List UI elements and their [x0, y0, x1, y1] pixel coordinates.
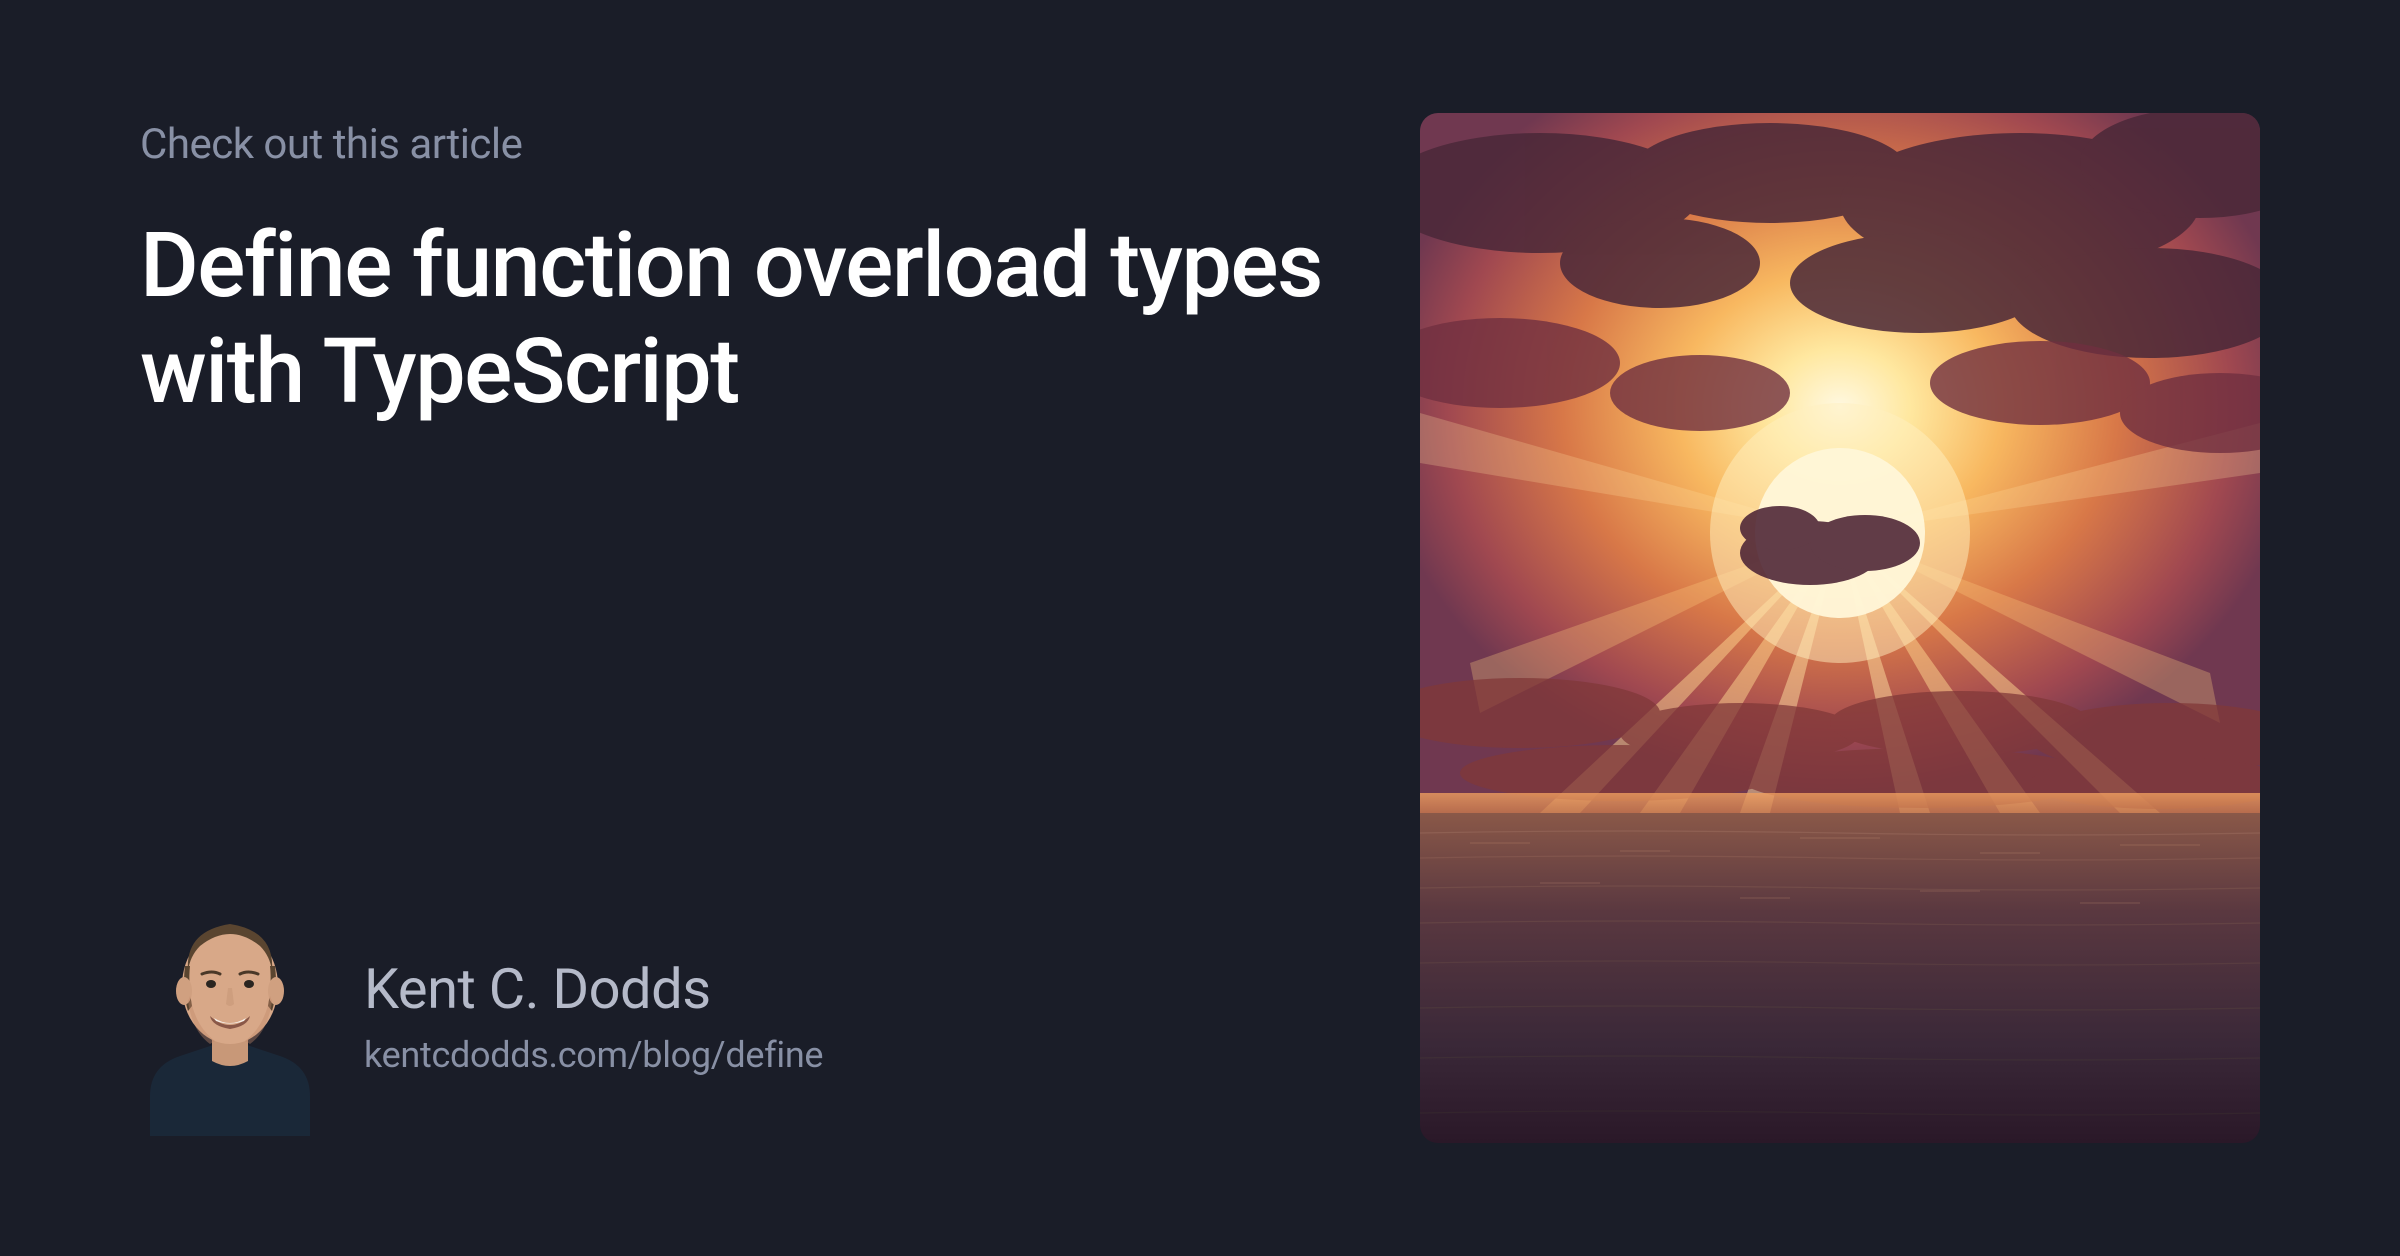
author-name: Kent C. Dodds	[364, 956, 823, 1022]
card-container: Check out this article Define function o…	[0, 0, 2400, 1256]
author-url: kentcdodds.com/blog/define	[364, 1034, 823, 1076]
author-text-block: Kent C. Dodds kentcdodds.com/blog/define	[364, 956, 823, 1076]
right-column	[1420, 120, 2260, 1136]
author-avatar	[140, 896, 320, 1136]
eyebrow-text: Check out this article	[140, 120, 1340, 169]
left-column: Check out this article Define function o…	[140, 120, 1420, 1136]
author-block: Kent C. Dodds kentcdodds.com/blog/define	[140, 896, 1340, 1136]
hero-image	[1420, 113, 2260, 1143]
article-title: Define function overload types with Type…	[140, 213, 1340, 425]
header-block: Check out this article Define function o…	[140, 120, 1340, 425]
